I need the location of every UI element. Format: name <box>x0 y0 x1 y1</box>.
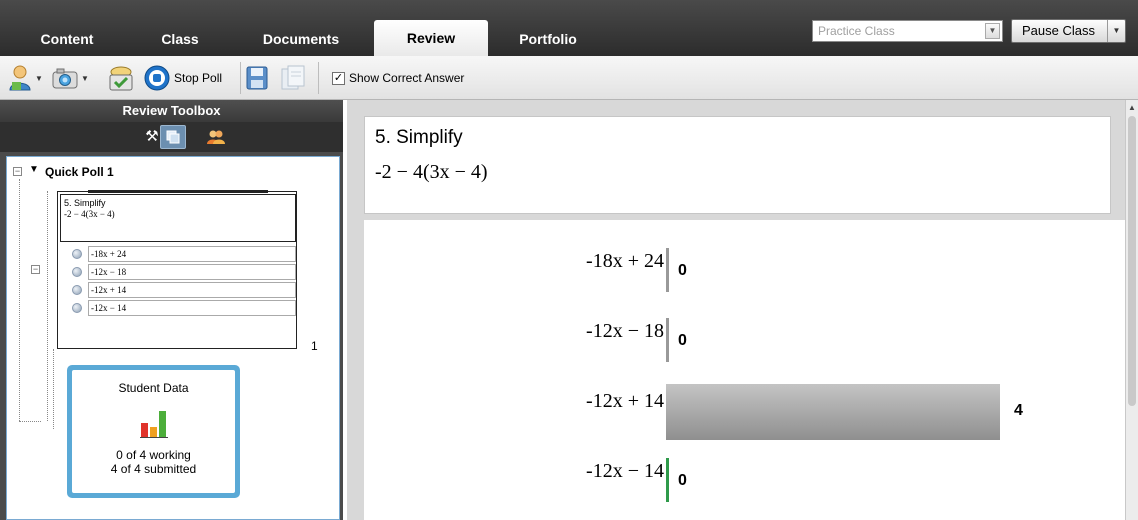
save-button[interactable] <box>246 64 268 92</box>
tab-documents[interactable]: Documents <box>244 24 358 56</box>
toolbar-divider <box>240 62 241 94</box>
show-correct-answer-toggle[interactable]: ✓ Show Correct Answer <box>332 64 464 92</box>
collapse-icon[interactable]: − <box>13 167 22 176</box>
result-count: 4 <box>1014 402 1023 419</box>
question-title: 5. Simplify <box>375 127 463 148</box>
bar-chart-icon <box>139 411 168 438</box>
collapse-icon[interactable]: − <box>31 265 40 274</box>
tree-line <box>47 191 48 421</box>
pause-class-button[interactable]: Pause Class ▼ <box>1011 19 1126 43</box>
toolbox-content: − ▼ Quick Poll 1 5. Simplify -2 − 4(3x −… <box>6 156 340 520</box>
pages-view-icon[interactable] <box>160 125 186 149</box>
tab-class[interactable]: Class <box>138 24 222 56</box>
toolbar-divider <box>318 62 319 94</box>
thumb-question: 5. Simplify -2 − 4(3x − 4) <box>60 194 296 242</box>
stop-poll-label: Stop Poll <box>174 71 223 85</box>
result-answer-label: -12x + 14 <box>586 390 664 412</box>
pages-icon <box>166 130 180 144</box>
thumb-answer: -12x − 14 <box>88 300 296 316</box>
result-bar <box>666 248 669 292</box>
radio-icon <box>72 267 82 277</box>
triangle-down-icon[interactable]: ▼ <box>29 164 39 175</box>
caret-down-icon: ▼ <box>81 73 89 83</box>
student-data-card-body: Student Data 0 of 4 working 4 of 4 submi… <box>72 370 235 493</box>
caret-down-icon: ▼ <box>35 73 43 83</box>
question-thumbnail[interactable]: 5. Simplify -2 − 4(3x − 4) -18x + 24 -12… <box>57 190 297 349</box>
toolbar: ▼ ▼ Stop Poll ✓ Show Correct Answer <box>0 56 1138 100</box>
poll-results-chart: -18x + 24 0 -12x − 18 0 -12x + 14 4 -12x − 14 0 <box>364 220 1125 520</box>
thumb-top-bar <box>88 190 268 193</box>
show-correct-answer-label: Show Correct Answer <box>349 71 465 85</box>
class-select-value: Practice Class <box>818 24 895 38</box>
collect-button[interactable] <box>106 64 136 92</box>
quick-poll-title[interactable]: Quick Poll 1 <box>45 165 114 179</box>
tab-review[interactable]: Review <box>374 20 488 56</box>
user-icon <box>9 65 31 91</box>
user-menu-button[interactable]: ▼ <box>8 64 43 92</box>
result-count: 0 <box>678 332 687 349</box>
thumb-answer: -18x + 24 <box>88 246 296 262</box>
copy-to-document-button[interactable] <box>280 64 306 92</box>
result-bar <box>666 458 669 502</box>
tab-portfolio[interactable]: Portfolio <box>500 24 596 56</box>
question-expression: -2 − 4(3x − 4) <box>375 161 488 183</box>
collect-files-icon <box>109 66 133 91</box>
review-toolbox-title: Review Toolbox <box>0 100 343 122</box>
thumb-answer: -12x − 18 <box>88 264 296 280</box>
thumb-count: 1 <box>311 339 318 353</box>
review-toolbox-panel: Review Toolbox ⚒ − ▼ Quick Poll 1 5. Sim… <box>0 100 343 520</box>
screen-capture-button[interactable]: ▼ <box>52 64 89 92</box>
thumb-question-expr: -2 − 4(3x − 4) <box>64 209 115 219</box>
chevron-down-icon[interactable]: ▼ <box>985 23 1000 39</box>
result-count: 0 <box>678 472 687 489</box>
show-correct-answer-checkbox[interactable]: ✓ <box>332 71 345 85</box>
tree-line <box>19 421 41 422</box>
result-count: 0 <box>678 262 687 279</box>
students-icon[interactable] <box>204 126 228 148</box>
thumb-answer: -12x + 14 <box>88 282 296 298</box>
document-icon <box>281 65 305 90</box>
students-working: 0 of 4 working <box>116 448 191 462</box>
class-select[interactable]: Practice Class ▼ <box>812 20 1003 42</box>
result-answer-label: -12x − 18 <box>586 320 664 342</box>
tab-content[interactable]: Content <box>22 24 112 56</box>
toolbox-icon-bar: ⚒ <box>0 122 343 152</box>
scrollbar-thumb[interactable] <box>1128 116 1136 406</box>
result-answer-label: -12x − 14 <box>586 460 664 482</box>
question-header: 5. Simplify -2 − 4(3x − 4) <box>364 116 1111 214</box>
tree-line <box>19 179 20 421</box>
stop-icon <box>144 65 170 91</box>
pause-class-label: Pause Class <box>1022 23 1095 38</box>
review-workspace: 5. Simplify -2 − 4(3x − 4) -18x + 24 0 -12… <box>347 100 1125 520</box>
tree-line <box>53 349 54 429</box>
student-data-card[interactable]: Student Data 0 of 4 working 4 of 4 submi… <box>67 365 240 498</box>
scroll-up-arrow-icon[interactable]: ▲ <box>1128 103 1136 112</box>
save-icon <box>246 66 268 90</box>
students-submitted: 4 of 4 submitted <box>110 462 197 476</box>
radio-icon <box>72 303 82 313</box>
result-answer-label: -18x + 24 <box>586 250 664 272</box>
top-tab-bar: Content Class Documents Review Portfolio… <box>0 0 1138 56</box>
pause-dropdown-icon[interactable]: ▼ <box>1107 20 1125 42</box>
result-bar <box>666 318 669 362</box>
camera-icon <box>52 68 78 89</box>
thumb-question-title: 5. Simplify <box>64 198 106 208</box>
student-data-title: Student Data <box>118 381 189 395</box>
result-bar <box>666 384 1000 440</box>
radio-icon <box>72 285 82 295</box>
vertical-scrollbar[interactable]: ▲ <box>1125 100 1138 520</box>
stop-poll-button[interactable]: Stop Poll <box>144 64 222 92</box>
radio-icon <box>72 249 82 259</box>
